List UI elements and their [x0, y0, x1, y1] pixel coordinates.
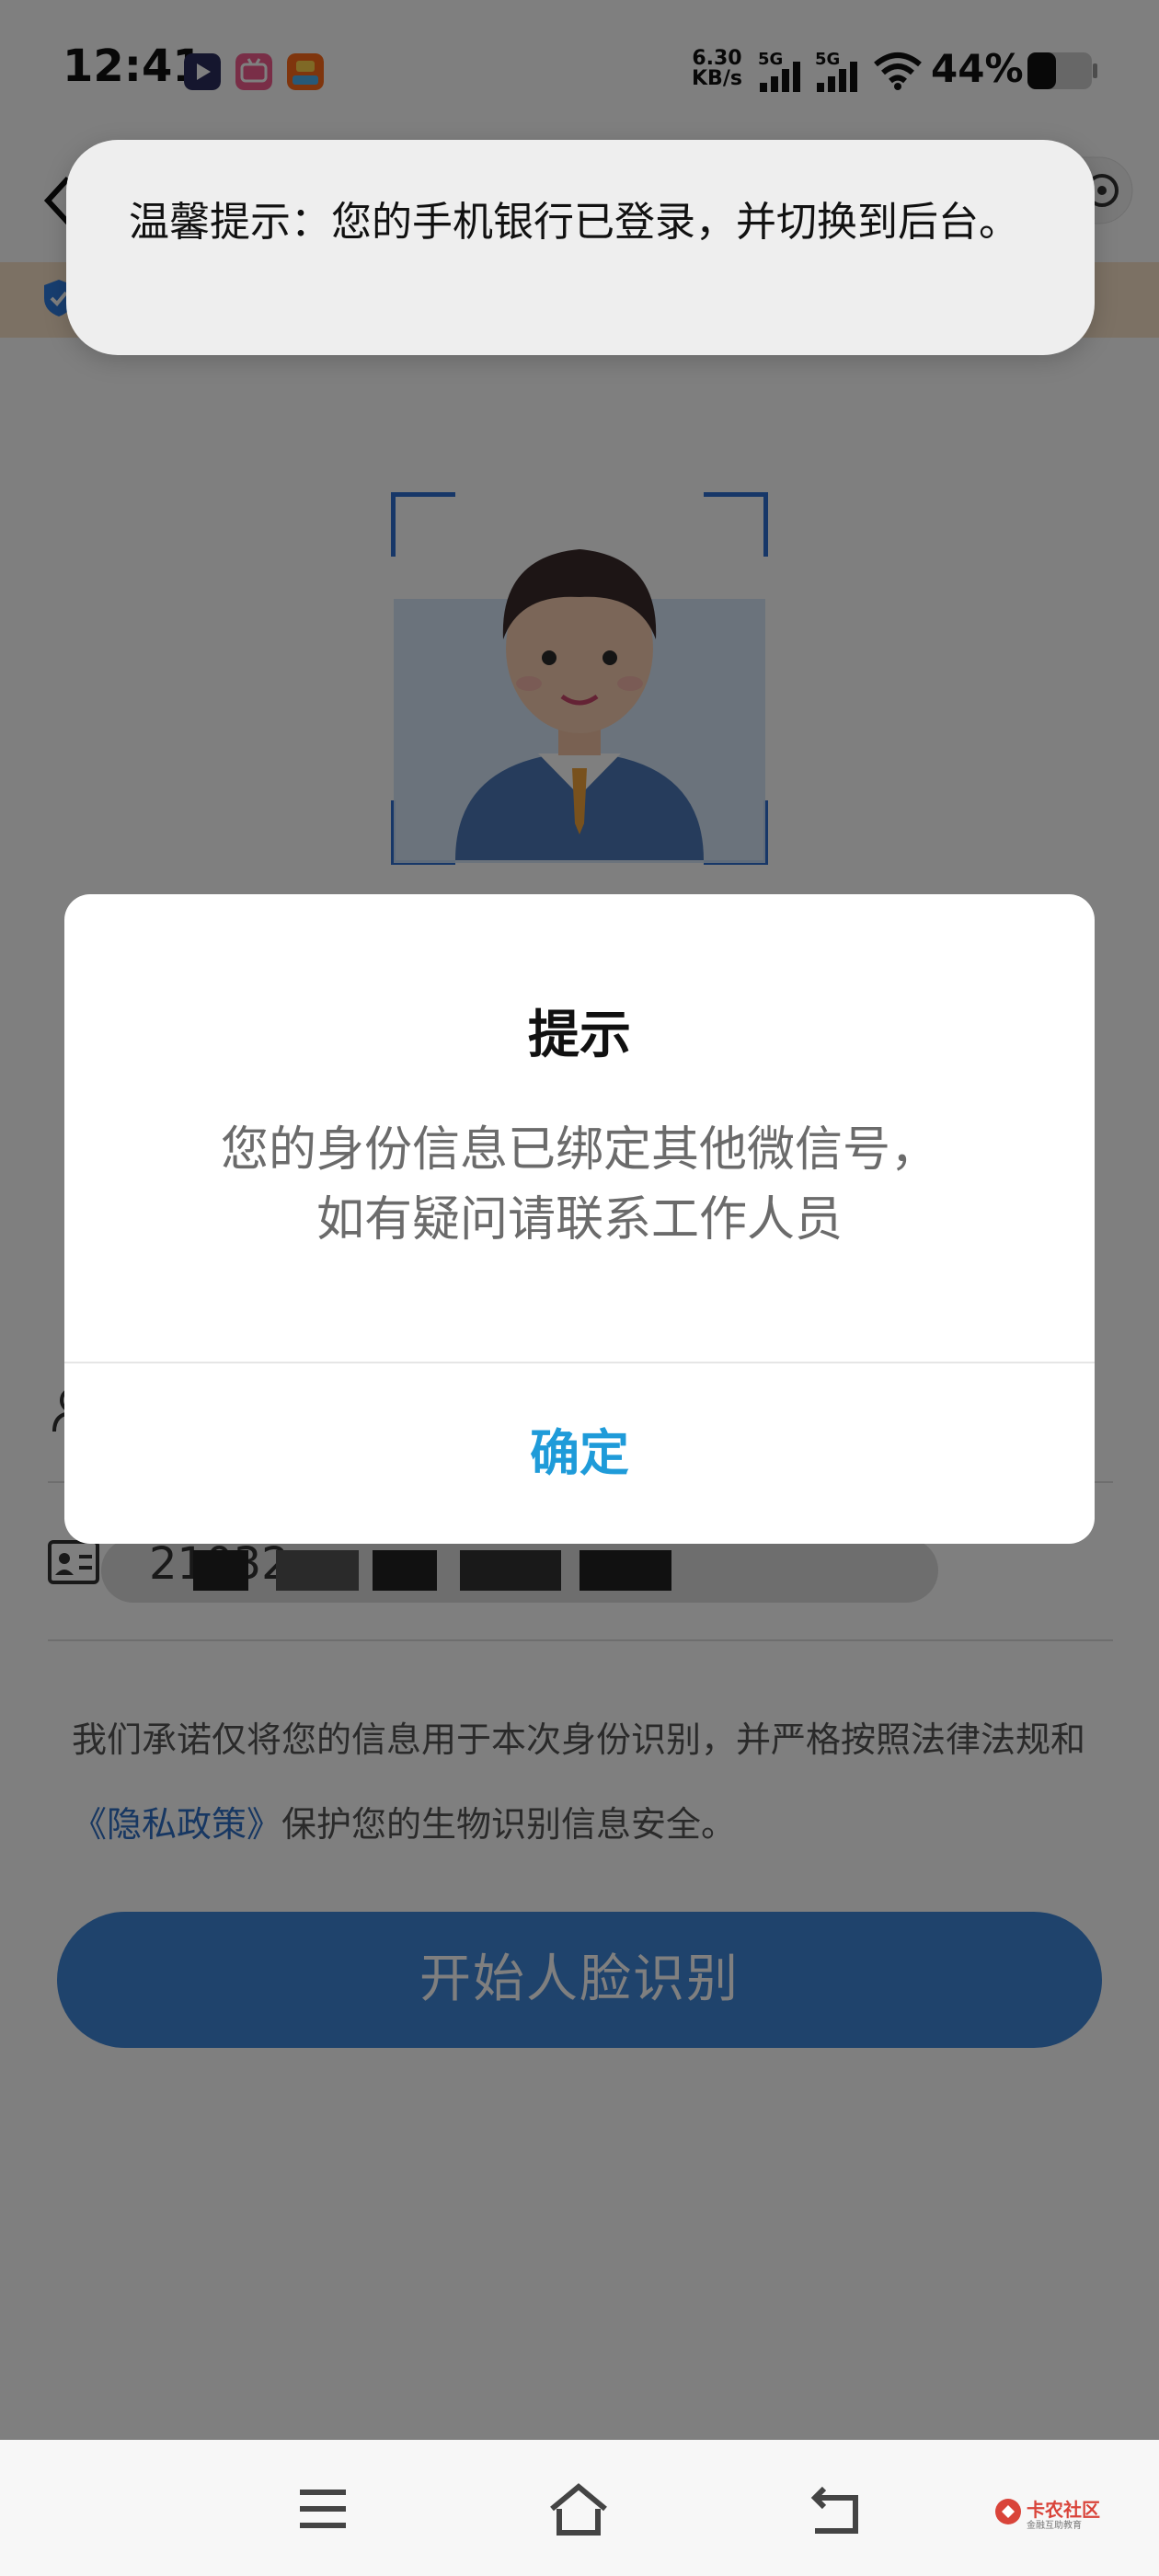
toast-notification: 温馨提示：您的手机银行已登录，并切换到后台。	[66, 140, 1095, 355]
dialog-confirm-button[interactable]: 确定	[64, 1363, 1095, 1544]
dialog-title: 提示	[528, 1006, 631, 1065]
dialog-message: 您的身份信息已绑定其他微信号， 如有疑问请联系工作人员	[220, 1122, 938, 1248]
toast-text: 温馨提示：您的手机银行已登录，并切换到后台。	[129, 199, 1019, 246]
home-icon[interactable]	[546, 2479, 611, 2538]
watermark: 卡农社区 金融互助教育	[993, 2495, 1113, 2532]
back-icon[interactable]	[804, 2479, 868, 2538]
alert-dialog: 提示 您的身份信息已绑定其他微信号， 如有疑问请联系工作人员 确定	[64, 894, 1095, 1544]
menu-icon[interactable]	[291, 2479, 355, 2538]
watermark-logo-icon	[995, 2499, 1021, 2524]
